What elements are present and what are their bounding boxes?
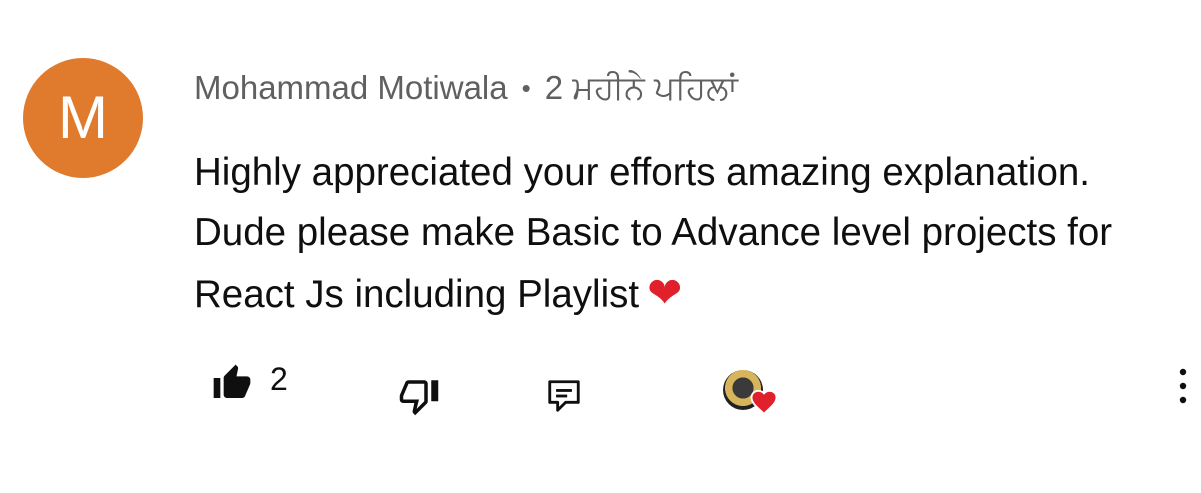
author-avatar[interactable]: M xyxy=(23,58,143,178)
comment-timestamp[interactable]: 2 ਮਹੀਨੇ ਪਹਿਲਾਂ xyxy=(545,69,738,108)
dislike-button[interactable] xyxy=(398,375,440,417)
author-name[interactable]: Mohammad Motiwala xyxy=(194,69,508,107)
meta-separator: • xyxy=(521,72,531,103)
reply-comment-icon xyxy=(548,380,580,412)
more-vertical-icon xyxy=(1179,368,1187,404)
more-actions-button[interactable] xyxy=(1168,361,1198,411)
comment-text: Highly appreciated your efforts amazing … xyxy=(194,143,1174,325)
thumbs-down-icon xyxy=(399,380,439,416)
heart-emoji: ❤ xyxy=(647,268,683,317)
thumbs-up-icon xyxy=(213,364,251,398)
avatar-letter: M xyxy=(58,84,108,151)
reply-button[interactable] xyxy=(545,377,583,415)
like-count: 2 xyxy=(270,361,288,397)
comment-header: Mohammad Motiwala • 2 ਮਹੀਨੇ ਪਹਿਲਾਂ xyxy=(194,68,738,108)
comment-action-bar: 2 xyxy=(0,355,1201,417)
comment-thread-item: M Mohammad Motiwala • 2 ਮਹੀਨੇ ਪਹਿਲਾਂ Hig… xyxy=(0,0,1201,493)
creator-heart-badge xyxy=(720,367,782,417)
creator-heart-icon xyxy=(750,389,778,415)
like-button[interactable] xyxy=(212,363,252,403)
